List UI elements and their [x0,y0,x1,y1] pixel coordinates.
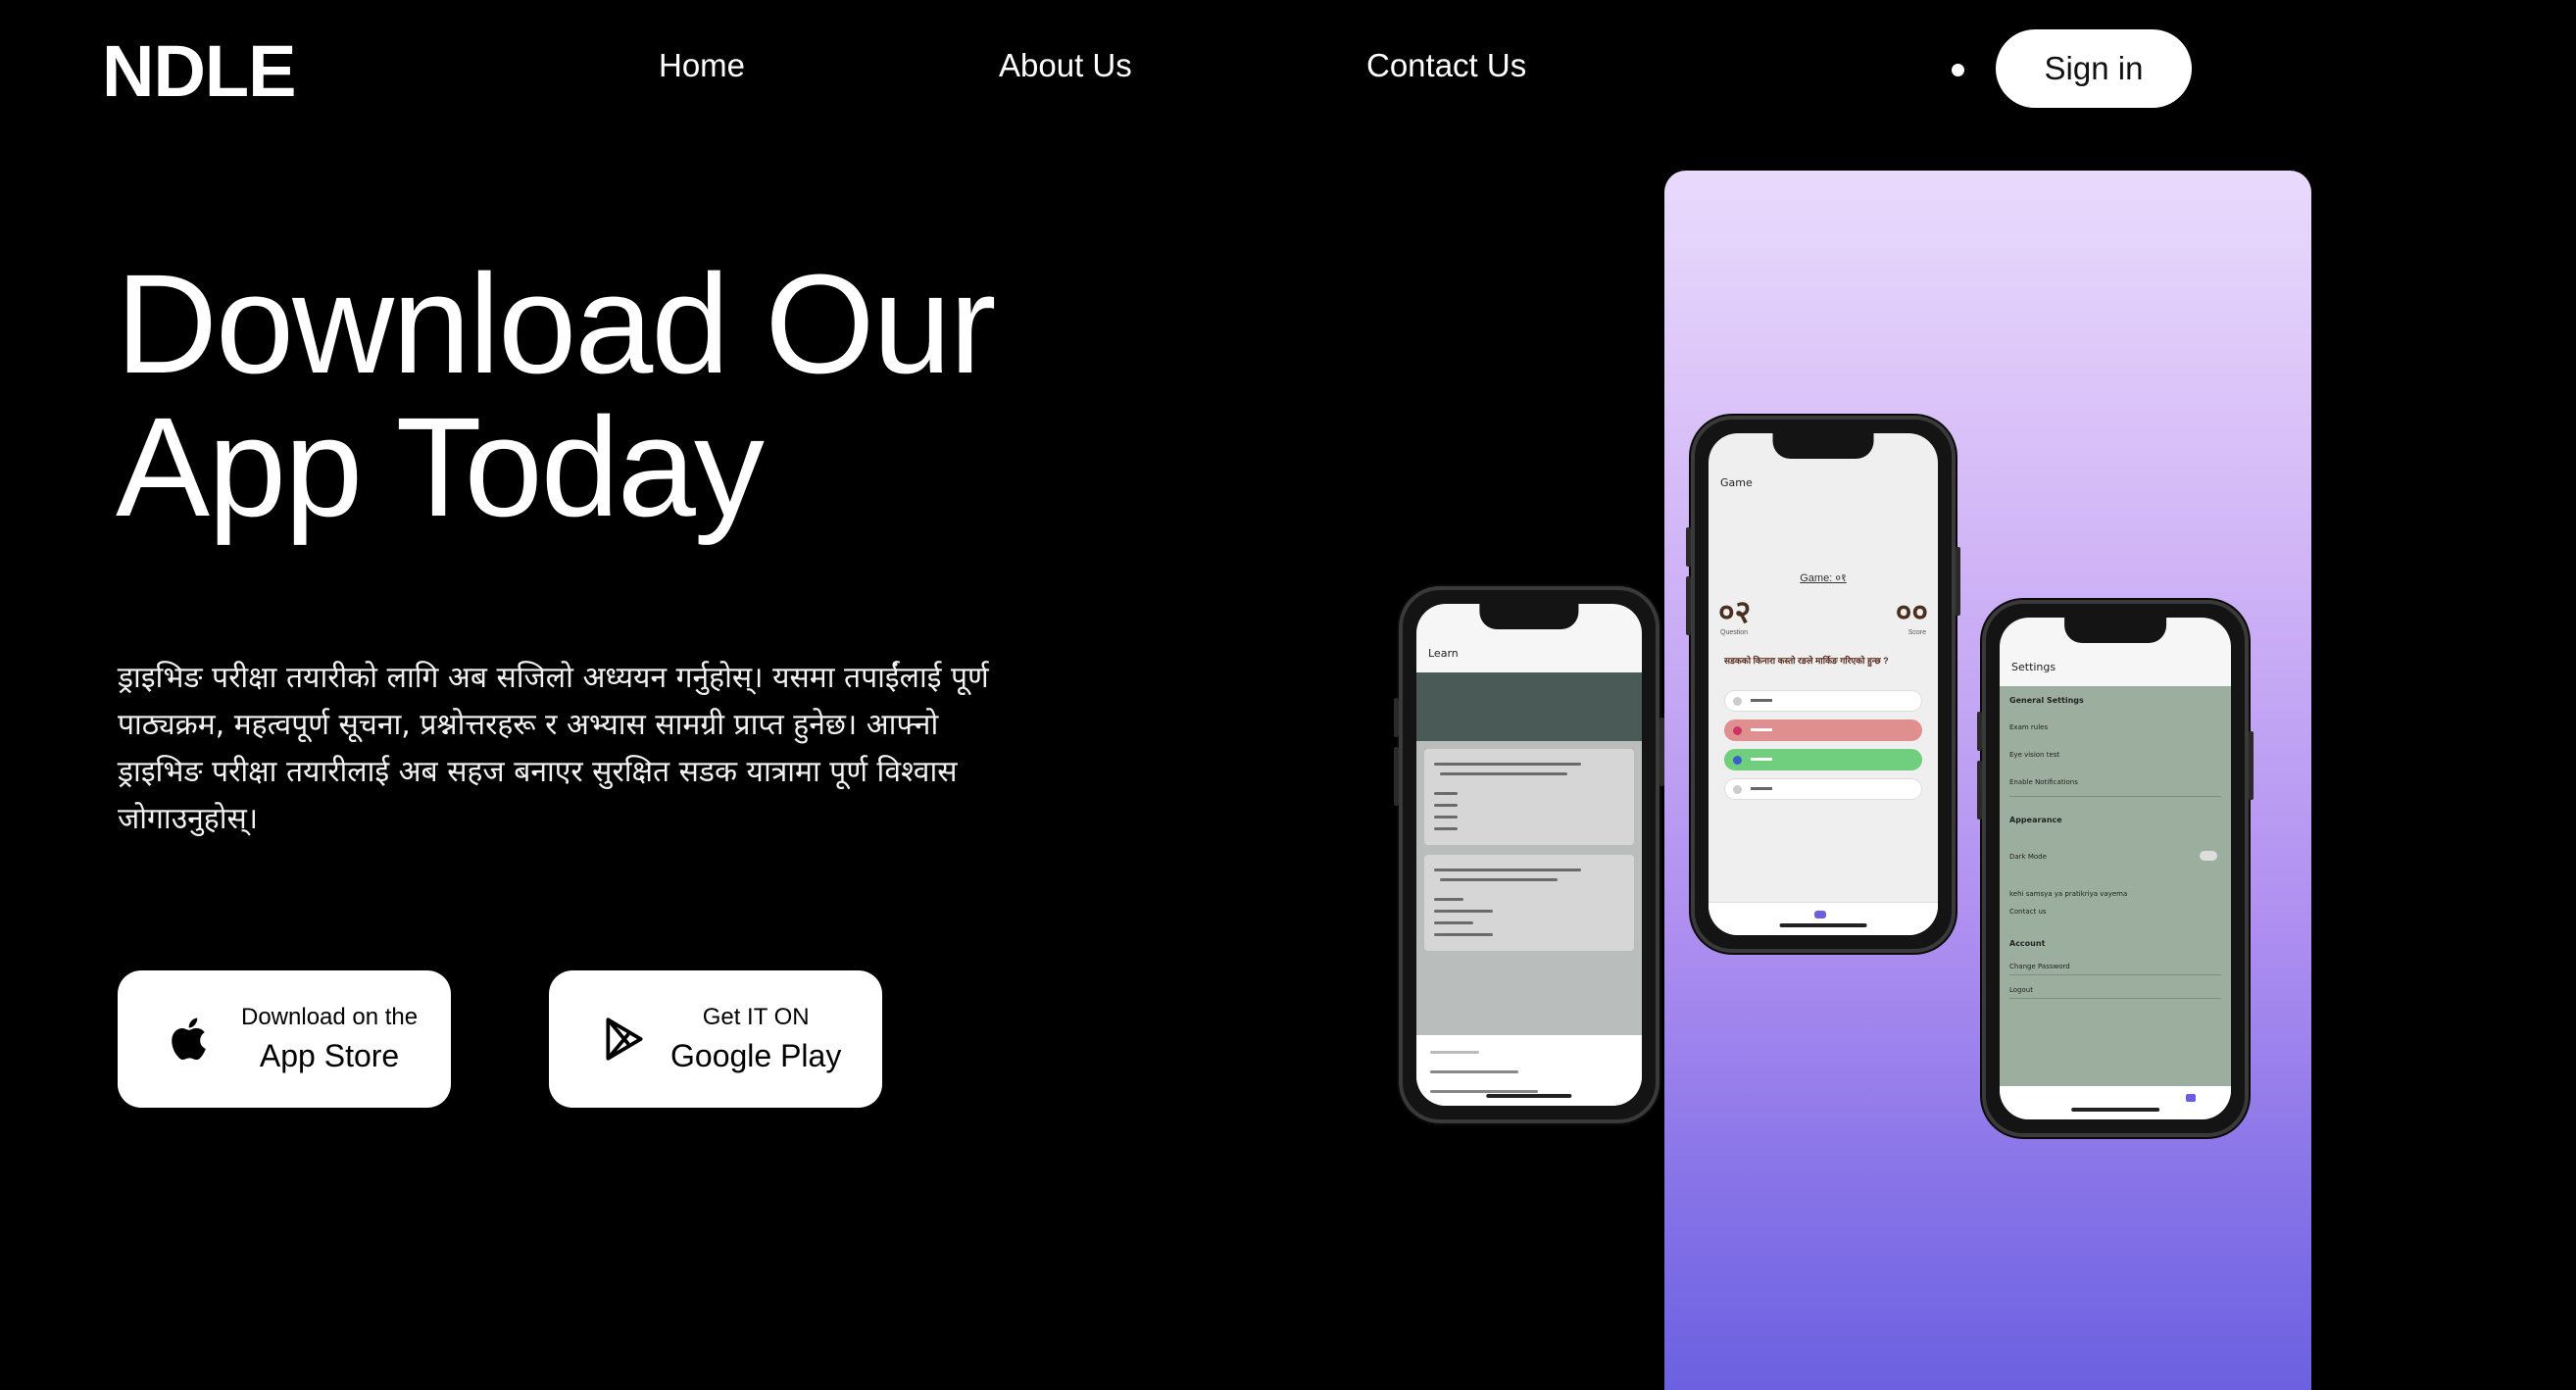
notifications-row: Enable Notifications [2009,778,2078,786]
general-settings-header: General Settings [2009,696,2084,705]
account-header: Account [2009,939,2046,948]
contact-row: Contact us [2009,908,2047,916]
hero-title: Download Our App Today [116,253,1194,539]
learn-screen: Learn [1416,604,1642,1106]
learn-screen-title: Learn [1428,647,1459,660]
nav-about-link[interactable]: About Us [999,49,1132,81]
nav-contact-link[interactable]: Contact Us [1366,49,1526,81]
game-screen-title: Game [1720,476,1753,489]
settings-screen: Settings General Settings Exam rules Eye… [2000,618,2231,1119]
google-play-small-text: Get IT ON [702,1004,810,1030]
phone-settings-mockup: Settings General Settings Exam rules Eye… [1977,600,2254,1137]
app-store-big-text: App Store [259,1038,400,1073]
logout-row: Logout [2009,986,2033,994]
google-play-icon [606,1018,643,1061]
dark-mode-row: Dark Mode [2009,853,2047,861]
sign-in-button[interactable]: Sign in [1996,29,2192,108]
answer-option-wrong [1724,720,1922,741]
hero-title-line1: Download Our [116,245,996,403]
hero-description: ड्राइभिङ परीक्षा तयारीको लागि अब सजिलो अ… [118,661,989,836]
nav-dot-icon [1952,64,1964,76]
feedback-row: kehi samsya ya pratikriya vayema [2009,890,2128,898]
question-number: ०२ [1718,593,1752,630]
app-store-button[interactable]: Download on the App Store [118,970,451,1108]
google-play-button[interactable]: Get IT ON Google Play [549,970,882,1108]
settings-tab-bar [2000,1086,2231,1119]
question-text: सडकको किनारा कस्तो रङले मार्किङ गरिएको ह… [1724,656,1889,666]
game-number-label: Game: ०१ [1800,572,1847,584]
score-number: ०० [1895,593,1928,630]
game-tab-bar [1709,902,1938,935]
score-label: Score [1907,629,1926,636]
hero-title-line2: App Today [116,388,765,546]
question-label: Question [1720,629,1749,636]
eye-test-row: Eye vision test [2009,751,2060,759]
nav-home-link[interactable]: Home [659,49,745,81]
app-store-small-text: Download on the [241,1004,419,1030]
phone-learn-mockup: Learn [1394,586,1664,1123]
settings-screen-title: Settings [2011,661,2056,673]
appearance-header: Appearance [2009,816,2062,824]
brand-logo[interactable]: NDLE [102,35,296,108]
game-screen: Game Game: ०१ ०२ Question ०० Score सडकको… [1709,433,1938,935]
phone-game-mockup: Game Game: ०१ ०२ Question ०० Score सडकको… [1686,416,1960,953]
google-play-big-text: Google Play [670,1038,842,1073]
answer-option [1724,690,1922,712]
change-password-row: Change Password [2009,963,2070,970]
answer-option-correct [1724,749,1922,770]
answer-option [1724,778,1922,800]
apple-icon [172,1018,206,1061]
exam-rules-row: Exam rules [2009,723,2049,731]
